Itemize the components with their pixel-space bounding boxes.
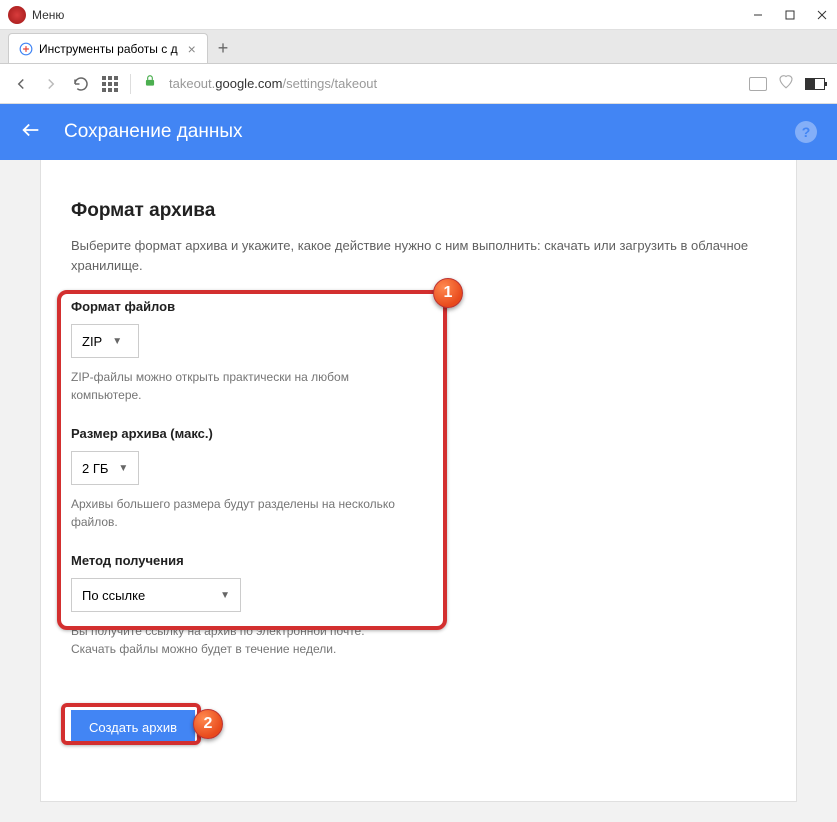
bookmark-heart-icon[interactable] bbox=[777, 72, 795, 95]
url-prefix: takeout. bbox=[169, 76, 215, 91]
window-maximize-button[interactable] bbox=[783, 8, 797, 22]
page-header: Сохранение данных ? bbox=[0, 104, 837, 160]
help-icon[interactable]: ? bbox=[795, 121, 817, 143]
google-favicon-icon bbox=[19, 42, 33, 56]
nav-back-button[interactable] bbox=[12, 75, 30, 93]
lock-icon[interactable] bbox=[143, 74, 157, 93]
content-area: Формат архива Выберите формат архива и у… bbox=[0, 160, 837, 822]
tab-bar: Инструменты работы с д × + bbox=[0, 30, 837, 64]
file-format-dropdown[interactable]: ZIP ▼ bbox=[71, 324, 139, 358]
file-format-hint: ZIP-файлы можно открыть практически на л… bbox=[71, 368, 411, 404]
archive-size-label: Размер архива (макс.) bbox=[71, 426, 766, 441]
delivery-method-label: Метод получения bbox=[71, 553, 766, 568]
browser-tab[interactable]: Инструменты работы с д × bbox=[8, 33, 208, 63]
archive-size-value: 2 ГБ bbox=[82, 461, 108, 476]
file-format-value: ZIP bbox=[82, 334, 102, 349]
archive-size-field: Размер архива (макс.) 2 ГБ ▼ Архивы боль… bbox=[71, 426, 766, 531]
chevron-down-icon: ▼ bbox=[220, 590, 230, 601]
battery-saver-icon[interactable] bbox=[805, 78, 825, 90]
nav-forward-button[interactable] bbox=[42, 75, 60, 93]
chevron-down-icon: ▼ bbox=[112, 336, 122, 347]
url-field[interactable]: takeout.google.com/settings/takeout bbox=[169, 76, 737, 91]
annotation-badge-2: 2 bbox=[193, 709, 223, 739]
window-close-button[interactable] bbox=[815, 8, 829, 22]
url-path: /settings/takeout bbox=[282, 76, 377, 91]
new-tab-button[interactable]: + bbox=[208, 33, 238, 63]
nav-reload-button[interactable] bbox=[72, 75, 90, 93]
file-format-label: Формат файлов bbox=[71, 299, 766, 314]
tab-title: Инструменты работы с д bbox=[39, 42, 178, 56]
chevron-down-icon: ▼ bbox=[118, 463, 128, 474]
delivery-method-hint: Вы получите ссылку на архив по электронн… bbox=[71, 622, 411, 658]
address-bar: takeout.google.com/settings/takeout bbox=[0, 64, 837, 104]
opera-logo-icon bbox=[8, 6, 26, 24]
file-format-field: Формат файлов ZIP ▼ ZIP-файлы можно откр… bbox=[71, 299, 766, 404]
delivery-method-field: Метод получения По ссылке ▼ Вы получите … bbox=[71, 553, 766, 658]
separator bbox=[130, 74, 131, 94]
delivery-method-value: По ссылке bbox=[82, 588, 145, 603]
archive-size-hint: Архивы большего размера будут разделены … bbox=[71, 495, 411, 531]
site-badge-icon[interactable] bbox=[749, 77, 767, 91]
section-title: Формат архива bbox=[71, 200, 766, 222]
tab-close-button[interactable]: × bbox=[188, 41, 196, 57]
window-titlebar: Меню bbox=[0, 0, 837, 30]
create-archive-button[interactable]: Создать архив bbox=[71, 710, 195, 745]
header-back-button[interactable] bbox=[20, 119, 42, 146]
delivery-method-dropdown[interactable]: По ссылке ▼ bbox=[71, 578, 241, 612]
archive-format-card: Формат архива Выберите формат архива и у… bbox=[40, 160, 797, 802]
url-domain: google.com bbox=[215, 76, 282, 91]
archive-size-dropdown[interactable]: 2 ГБ ▼ bbox=[71, 451, 139, 485]
page-title: Сохранение данных bbox=[64, 121, 795, 143]
section-description: Выберите формат архива и укажите, какое … bbox=[71, 236, 766, 275]
speed-dial-icon[interactable] bbox=[102, 76, 118, 92]
menu-label[interactable]: Меню bbox=[32, 8, 751, 22]
window-minimize-button[interactable] bbox=[751, 8, 765, 22]
